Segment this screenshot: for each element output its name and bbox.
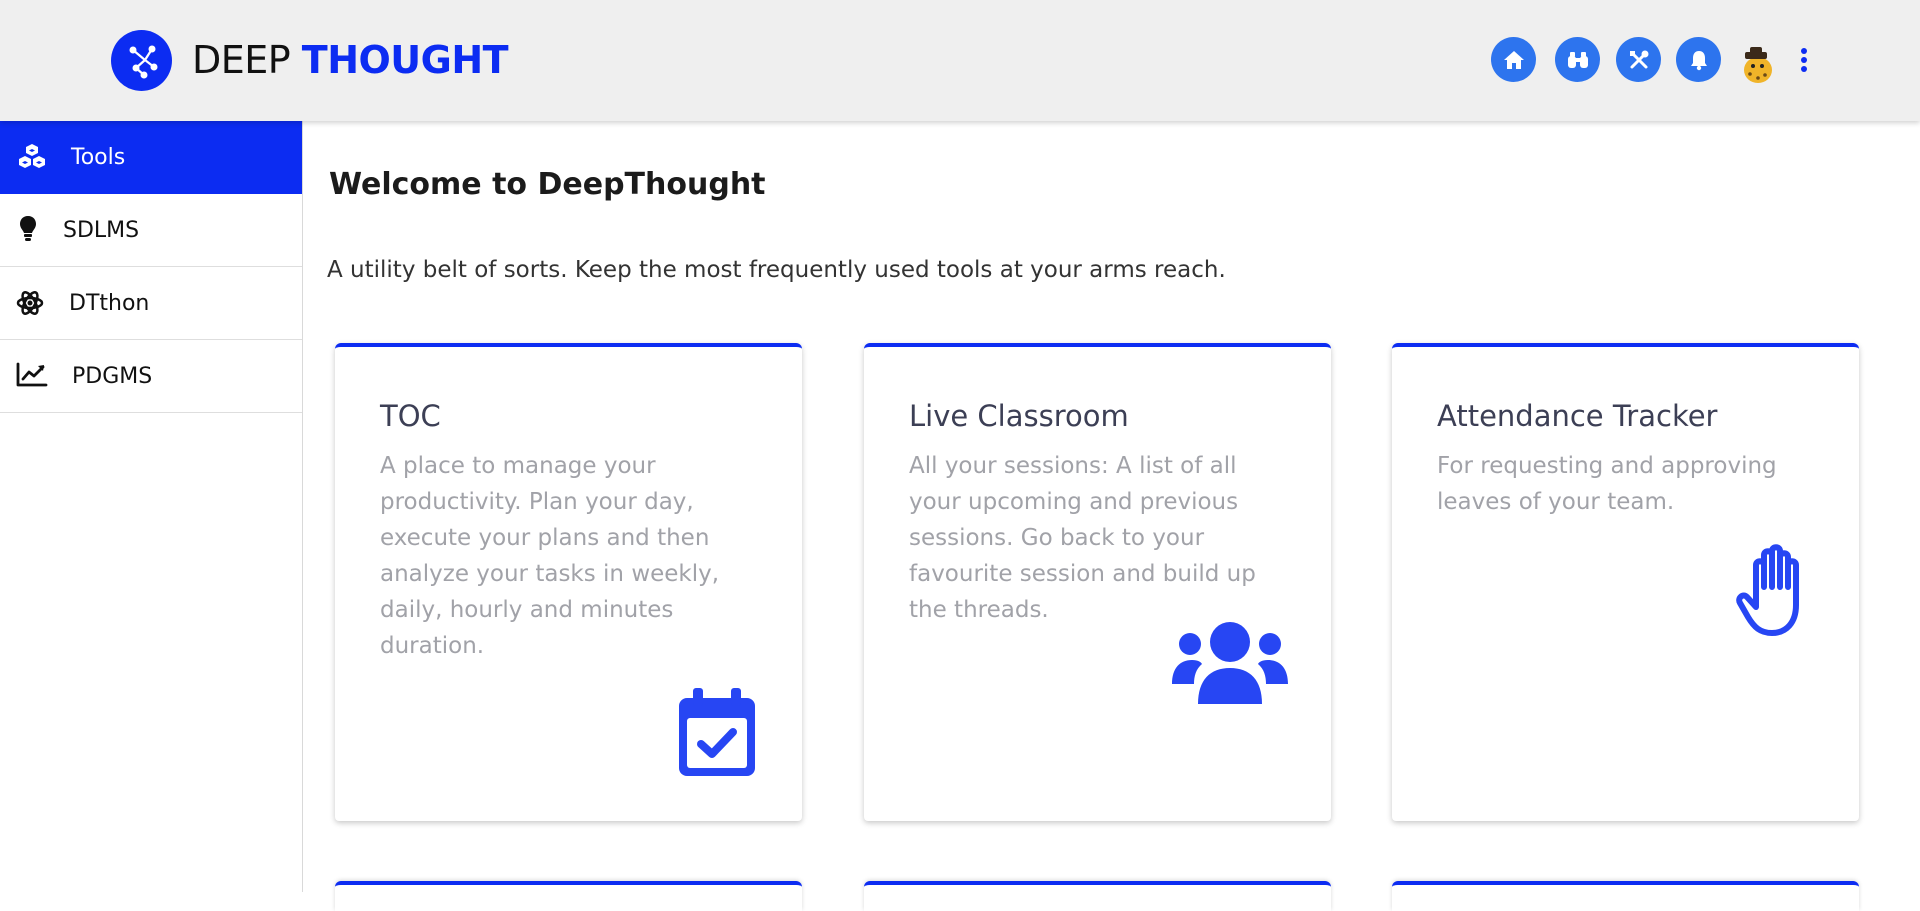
cubes-icon <box>19 144 45 168</box>
sidebar-item-pdgms[interactable]: PDGMS <box>0 340 302 413</box>
more-dot <box>1801 57 1807 63</box>
tool-card-partial[interactable] <box>864 881 1331 911</box>
brand-name[interactable]: DEEP THOUGHT <box>192 36 509 84</box>
more-dot <box>1801 48 1807 54</box>
lightbulb-icon <box>20 216 36 241</box>
card-title: Live Classroom <box>909 399 1129 433</box>
more-dot <box>1801 66 1807 72</box>
bell-icon[interactable] <box>1676 37 1721 82</box>
sidebar-item-tools[interactable]: Tools <box>0 121 302 194</box>
card-title: Attendance Tracker <box>1437 399 1718 433</box>
brand-name-part1: DEEP <box>192 38 302 82</box>
atom-icon <box>16 291 44 315</box>
sidebar-item-label: SDLMS <box>63 218 140 243</box>
calendar-check-icon <box>679 688 755 776</box>
logo-icon[interactable] <box>111 30 172 91</box>
page-subtitle: A utility belt of sorts. Keep the most f… <box>327 257 1226 283</box>
sidebar-item-label: Tools <box>71 145 126 170</box>
top-header: DEEP THOUGHT <box>0 0 1920 121</box>
tool-card-live-classroom[interactable]: Live Classroom All your sessions: A list… <box>864 343 1331 821</box>
card-description: All your sessions: A list of all your up… <box>909 453 1256 623</box>
tool-card-partial[interactable] <box>335 881 802 911</box>
card-title: TOC <box>380 399 441 433</box>
tools-icon[interactable] <box>1616 37 1661 82</box>
tool-card-partial[interactable] <box>1392 881 1859 911</box>
sidebar-item-label: PDGMS <box>72 364 153 389</box>
chart-line-icon <box>16 362 48 387</box>
sidebar-item-dtthon[interactable]: DTthon <box>0 267 302 340</box>
tool-card-attendance-tracker[interactable]: Attendance Tracker For requesting and ap… <box>1392 343 1859 821</box>
avatar[interactable] <box>1738 44 1776 86</box>
more-vertical-icon[interactable] <box>1794 44 1814 76</box>
hand-paper-icon <box>1736 544 1799 636</box>
sidebar-item-label: DTthon <box>69 291 150 316</box>
binoculars-icon[interactable] <box>1555 37 1600 82</box>
tool-card-toc[interactable]: TOC A place to manage your productivity.… <box>335 343 802 821</box>
card-description: For requesting and approving leaves of y… <box>1437 453 1777 515</box>
page-title: Welcome to DeepThought <box>329 167 766 202</box>
sidebar-item-sdlms[interactable]: SDLMS <box>0 194 302 267</box>
brand-name-part2: THOUGHT <box>301 38 509 82</box>
home-icon[interactable] <box>1491 37 1536 82</box>
users-icon <box>1172 622 1288 704</box>
card-description: A place to manage your productivity. Pla… <box>380 453 720 659</box>
sidebar: Tools SDLMS DTthon PDGMS <box>0 121 303 892</box>
